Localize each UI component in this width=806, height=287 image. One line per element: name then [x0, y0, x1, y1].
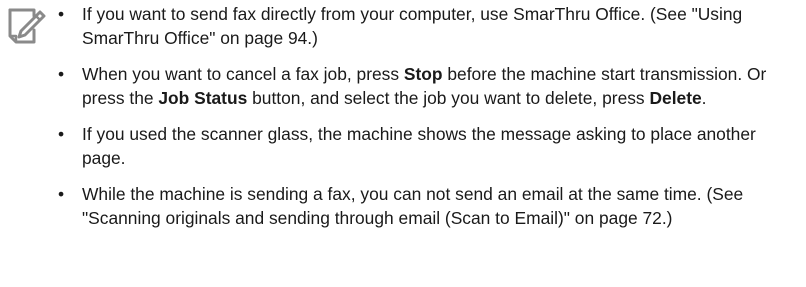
note-text: When you want to cancel a fax job, press…	[82, 64, 766, 108]
bullet: •	[58, 64, 65, 84]
bullet: •	[58, 4, 65, 24]
text-segment: button, and select the job you want to d…	[247, 87, 650, 108]
note-item-smarthru: • If you want to send fax directly from …	[58, 3, 798, 50]
note-text: While the machine is sending a fax, you …	[82, 184, 744, 228]
pencil-note-icon	[8, 8, 46, 44]
text-segment: When you want to cancel a fax job, press	[82, 64, 404, 84]
note-item-email: • While the machine is sending a fax, yo…	[58, 183, 798, 230]
job-status-button-label: Job Status	[158, 87, 248, 108]
bullet: •	[58, 124, 65, 144]
note-text: If you want to send fax directly from yo…	[82, 4, 743, 48]
bullet: •	[58, 184, 65, 204]
delete-button-label: Delete	[649, 87, 702, 108]
note-text: If you used the scanner glass, the machi…	[82, 124, 756, 168]
note-list: • If you want to send fax directly from …	[58, 3, 798, 243]
text-segment: .	[701, 87, 707, 108]
note-item-scanner-glass: • If you used the scanner glass, the mac…	[58, 123, 798, 170]
note-item-cancel-fax: • When you want to cancel a fax job, pre…	[58, 63, 798, 110]
stop-button-label: Stop	[403, 64, 443, 84]
